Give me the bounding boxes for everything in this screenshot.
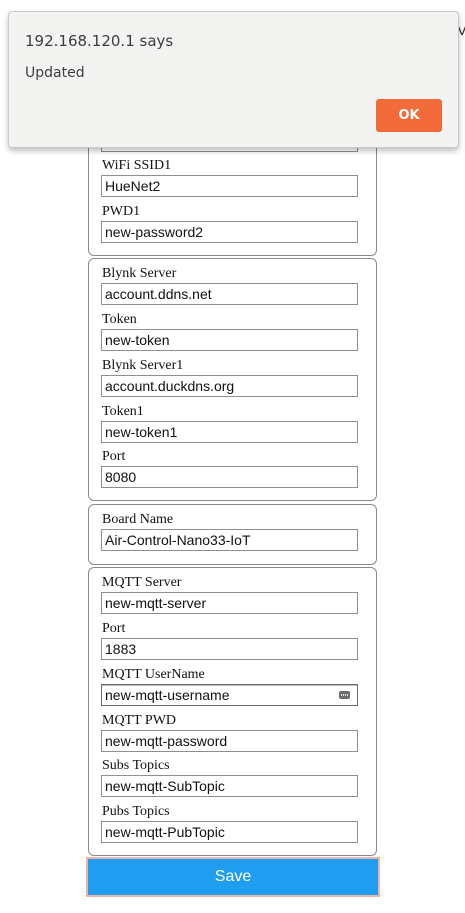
mqtt-fieldset: MQTT Server Port MQTT UserName new-mqtt-… <box>88 567 377 856</box>
blynk-port-label: Port <box>102 449 126 464</box>
ok-button[interactable]: OK <box>376 99 442 132</box>
alert-dialog: 192.168.120.1 says Updated OK <box>8 11 459 148</box>
blynk-server1-label: Blynk Server1 <box>102 358 184 373</box>
wifi-ssid1-label: WiFi SSID1 <box>102 158 172 173</box>
subs-topics-input[interactable] <box>101 775 358 797</box>
mqtt-port-label: Port <box>102 621 126 636</box>
pubs-topics-input[interactable] <box>101 821 358 843</box>
pwd1-input[interactable] <box>101 221 358 243</box>
mqtt-username-label: MQTT UserName <box>102 667 205 682</box>
wifi-ssid1-input[interactable] <box>101 175 358 197</box>
blynk-fieldset: Blynk Server Token Blynk Server1 Token1 … <box>88 258 377 501</box>
token1-input[interactable] <box>101 421 358 443</box>
mqtt-server-label: MQTT Server <box>102 575 182 590</box>
blynk-server-input[interactable] <box>101 283 358 305</box>
blynk-server1-input[interactable] <box>101 375 358 397</box>
mqtt-server-input[interactable] <box>101 592 358 614</box>
password-manager-key-icon[interactable] <box>339 691 350 699</box>
board-name-input[interactable] <box>101 529 358 551</box>
blynk-port-input[interactable] <box>101 466 358 488</box>
mqtt-pwd-label: MQTT PWD <box>102 713 177 728</box>
dialog-message: Updated <box>25 65 85 81</box>
pubs-topics-label: Pubs Topics <box>102 804 170 819</box>
blynk-server-label: Blynk Server <box>102 266 177 281</box>
mqtt-username-field[interactable]: new-mqtt-username <box>101 684 358 706</box>
dialog-title: 192.168.120.1 says <box>25 32 174 50</box>
mqtt-username-value: new-mqtt-username <box>105 687 230 703</box>
board-name-label: Board Name <box>102 512 174 527</box>
page: V WiFi SSID1 PWD1 Blynk Server Token Bly… <box>0 0 465 913</box>
token-label: Token <box>102 312 137 327</box>
mqtt-port-input[interactable] <box>101 638 358 660</box>
token-input[interactable] <box>101 329 358 351</box>
subs-topics-label: Subs Topics <box>102 758 170 773</box>
pwd1-label: PWD1 <box>102 204 141 219</box>
board-fieldset: Board Name <box>88 504 377 565</box>
token1-label: Token1 <box>102 404 144 419</box>
mqtt-pwd-input[interactable] <box>101 730 358 752</box>
save-button[interactable]: Save <box>86 857 380 897</box>
